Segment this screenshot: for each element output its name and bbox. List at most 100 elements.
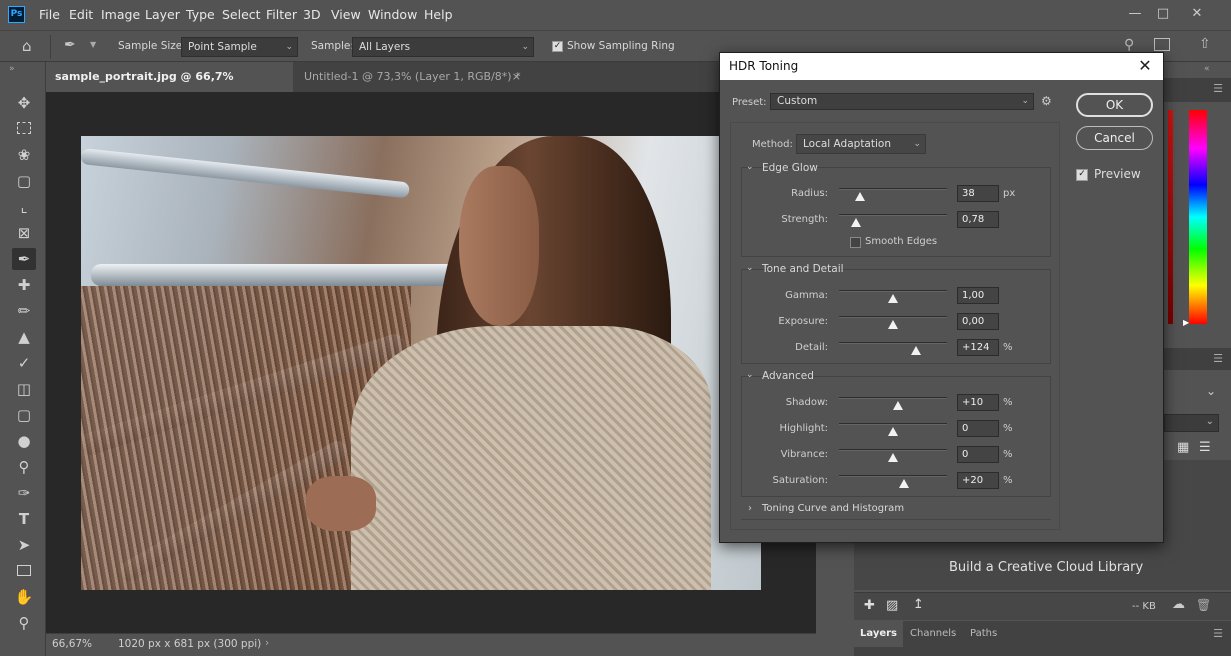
cloud-icon[interactable]: ☁ [1172, 597, 1185, 612]
eyedropper-icon[interactable]: ✒ [64, 37, 76, 53]
home-icon[interactable]: ⌂ [22, 37, 42, 55]
maximize-button[interactable]: □ [1152, 4, 1174, 24]
menu-view[interactable]: View [331, 7, 361, 22]
strength-slider-handle[interactable] [851, 218, 862, 227]
blur-tool-icon[interactable]: ● [12, 430, 36, 452]
preview-checkbox[interactable]: ✓ [1076, 169, 1088, 181]
brush-tool-icon[interactable]: ✏ [12, 300, 36, 322]
stamp-tool-icon[interactable]: ▲ [12, 326, 36, 348]
tab-paths[interactable]: Paths [970, 621, 1006, 647]
portrait-image[interactable] [81, 136, 761, 590]
sample-dropdown[interactable]: All Layers ⌄ [352, 37, 534, 57]
dodge-tool-icon[interactable]: ⚲ [12, 456, 36, 478]
menu-image[interactable]: Image [101, 7, 140, 22]
saturation-slider-handle[interactable] [898, 479, 909, 488]
grid-view-icon[interactable]: ▦ [1177, 440, 1189, 455]
add-icon[interactable]: ✚ [864, 598, 875, 613]
menu-icon[interactable]: ☰ [1213, 352, 1223, 365]
chevron-down-icon[interactable]: ⌄ [746, 162, 754, 172]
preset-dropdown[interactable]: Custom ⌄ [770, 93, 1034, 110]
close-icon[interactable]: × [512, 62, 521, 92]
hand-tool-icon[interactable]: ✋ [12, 586, 36, 608]
shadow-slider-handle[interactable] [893, 401, 904, 410]
library-filter-dropdown[interactable]: ⌄ [1164, 414, 1219, 432]
highlight-slider[interactable] [839, 423, 947, 425]
close-icon[interactable]: ✕ [1135, 56, 1155, 76]
share-icon[interactable]: ⇧ [1199, 36, 1211, 52]
collapse-icon[interactable]: » [9, 64, 15, 74]
detail-slider-handle[interactable] [910, 346, 921, 355]
chevron-right-icon[interactable]: › [265, 637, 269, 649]
tab-channels[interactable]: Channels [910, 621, 960, 647]
folder-icon[interactable]: ▨ [886, 598, 898, 613]
chevron-down-icon[interactable]: ⌄ [746, 370, 754, 380]
marquee-tool-icon[interactable] [12, 118, 36, 140]
detail-field[interactable]: +124 [957, 339, 999, 356]
rectangle-tool-icon[interactable] [12, 560, 36, 582]
eraser-tool-icon[interactable]: ◫ [12, 378, 36, 400]
exposure-field[interactable]: 0,00 [957, 313, 999, 330]
gear-icon[interactable]: ⚙ [1041, 94, 1052, 108]
menu-filter[interactable]: Filter [266, 7, 297, 22]
strength-field[interactable]: 0,78 [957, 211, 999, 228]
minimize-button[interactable]: — [1124, 4, 1146, 24]
menu-icon[interactable]: ☰ [1213, 627, 1223, 640]
vibrance-slider[interactable] [839, 449, 947, 451]
lasso-tool-icon[interactable]: ❀ [12, 144, 36, 166]
tone-detail-title[interactable]: Tone and Detail [762, 263, 844, 275]
pen-tool-icon[interactable]: ✑ [12, 482, 36, 504]
search-icon[interactable]: ⚲ [1124, 37, 1134, 53]
dialog-titlebar[interactable]: HDR Toning ✕ [720, 53, 1163, 80]
chevron-down-icon[interactable]: ⌄ [746, 263, 754, 273]
hue-slider-handle[interactable]: ▶ [1183, 318, 1189, 327]
gamma-field[interactable]: 1,00 [957, 287, 999, 304]
radius-slider[interactable] [839, 188, 947, 190]
gamma-slider-handle[interactable] [888, 294, 898, 303]
color-field-edge[interactable] [1168, 110, 1173, 324]
highlight-field[interactable]: 0 [957, 420, 999, 437]
list-view-icon[interactable]: ☰ [1199, 440, 1211, 455]
chevron-right-icon[interactable]: › [748, 503, 752, 514]
gamma-slider[interactable] [839, 290, 947, 292]
tab-layers[interactable]: Layers [854, 621, 903, 647]
saturation-field[interactable]: +20 [957, 472, 999, 489]
path-selection-tool-icon[interactable]: ➤ [12, 534, 36, 556]
chevron-down-icon[interactable]: ▼ [90, 40, 96, 49]
menu-icon[interactable]: ☰ [1213, 82, 1223, 95]
advanced-title[interactable]: Advanced [762, 370, 814, 382]
crop-tool-icon[interactable]: ⌞ [12, 196, 36, 218]
hue-slider[interactable] [1189, 110, 1207, 324]
upload-icon[interactable]: ↥ [913, 597, 924, 612]
chevron-down-icon[interactable]: ⌄ [1206, 384, 1216, 398]
trash-icon[interactable]: 🗑 [1196, 598, 1211, 612]
detail-slider[interactable] [839, 342, 947, 344]
highlight-slider-handle[interactable] [888, 427, 898, 436]
eyedropper-tool-icon[interactable]: ✒ [12, 248, 36, 270]
shadow-field[interactable]: +10 [957, 394, 999, 411]
tab-untitled-1[interactable]: Untitled-1 @ 73,3% (Layer 1, RGB/8*) * × [295, 62, 527, 92]
zoom-level[interactable]: 66,67% [52, 638, 92, 650]
menu-file[interactable]: File [39, 7, 60, 22]
vibrance-field[interactable]: 0 [957, 446, 999, 463]
cancel-button[interactable]: Cancel [1076, 126, 1153, 150]
collapse-icon[interactable]: « [1204, 64, 1210, 74]
shadow-slider[interactable] [839, 397, 947, 399]
menu-window[interactable]: Window [368, 7, 417, 22]
exposure-slider[interactable] [839, 316, 947, 318]
menu-3d[interactable]: 3D [303, 7, 321, 22]
menu-select[interactable]: Select [222, 7, 261, 22]
saturation-slider[interactable] [839, 475, 947, 477]
document-canvas[interactable] [46, 92, 816, 633]
type-tool-icon[interactable]: T [12, 508, 36, 530]
menu-edit[interactable]: Edit [69, 7, 93, 22]
smooth-edges-checkbox[interactable] [850, 237, 861, 248]
tab-sample-portrait[interactable]: sample_portrait.jpg @ 66,7% (RGB/32*) * … [46, 62, 293, 113]
quick-selection-tool-icon[interactable]: ▢ [12, 170, 36, 192]
radius-field[interactable]: 38 [957, 185, 999, 202]
method-dropdown[interactable]: Local Adaptation ⌄ [796, 134, 926, 154]
toning-curve-section[interactable]: Toning Curve and Histogram [762, 503, 904, 514]
history-brush-tool-icon[interactable]: ✓ [12, 352, 36, 374]
menu-type[interactable]: Type [186, 7, 215, 22]
menu-layer[interactable]: Layer [145, 7, 180, 22]
vibrance-slider-handle[interactable] [888, 453, 898, 462]
